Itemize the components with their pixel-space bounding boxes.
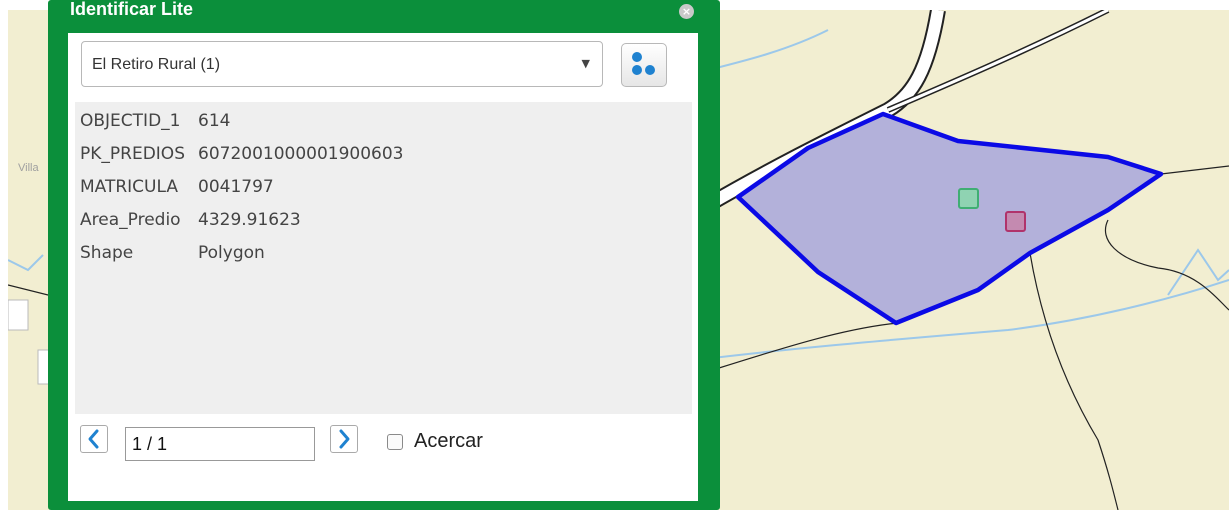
layer-switch-button[interactable] bbox=[621, 43, 667, 87]
marker-green bbox=[958, 188, 979, 209]
zoom-checkbox[interactable] bbox=[387, 434, 403, 450]
attribute-row: Shape Polygon bbox=[80, 242, 265, 264]
attribute-panel: OBJECTID_1 614 PK_PREDIOS 6072001000001900… bbox=[75, 102, 692, 414]
stream-line bbox=[8, 254, 44, 272]
page-input[interactable] bbox=[125, 427, 315, 461]
previous-button[interactable] bbox=[80, 425, 108, 453]
parcel-line bbox=[1029, 252, 1119, 510]
attribute-row: OBJECTID_1 614 bbox=[80, 110, 230, 132]
building bbox=[8, 299, 29, 331]
widget-body: El Retiro Rural (1) ▼ OBJECTID_1 614 PK_P… bbox=[68, 33, 698, 501]
chevron-right-icon bbox=[339, 429, 350, 449]
stream-line bbox=[707, 29, 829, 71]
attribute-value: 4329.91623 bbox=[198, 210, 301, 230]
attribute-key: Shape bbox=[80, 243, 134, 263]
attribute-row: MATRICULA 0041797 bbox=[80, 176, 274, 198]
attribute-key: Area_Predio bbox=[80, 210, 181, 230]
marker-red bbox=[1005, 211, 1026, 232]
parcel-line bbox=[1104, 219, 1229, 311]
attribute-value: 0041797 bbox=[198, 177, 274, 197]
attribute-value: 6072001000001900603 bbox=[198, 144, 404, 164]
map-place-label: Villa bbox=[18, 162, 39, 174]
attribute-row: Area_Predio 4329.91623 bbox=[80, 209, 301, 231]
widget-title: Identificar Lite bbox=[70, 0, 194, 19]
attribute-value: Polygon bbox=[198, 243, 265, 263]
identify-widget[interactable]: Identificar Lite × El Retiro Rural (1) ▼… bbox=[48, 0, 720, 510]
parcel-line bbox=[1160, 165, 1229, 175]
attribute-row: PK_PREDIOS 6072001000001900603 bbox=[80, 143, 404, 165]
layer-select[interactable]: El Retiro Rural (1) ▼ bbox=[81, 41, 603, 87]
next-button[interactable] bbox=[330, 425, 358, 453]
pager: Acercar bbox=[68, 425, 698, 465]
close-icon[interactable]: × bbox=[679, 4, 694, 19]
chevron-down-icon: ▼ bbox=[581, 57, 590, 70]
layer-select-value: El Retiro Rural (1) bbox=[92, 56, 221, 73]
attribute-key: MATRICULA bbox=[80, 177, 178, 197]
chevron-left-icon bbox=[88, 429, 99, 449]
zoom-checkbox-label[interactable]: Acercar bbox=[414, 428, 483, 454]
attribute-key: PK_PREDIOS bbox=[80, 144, 185, 164]
attribute-value: 614 bbox=[198, 111, 231, 131]
attribute-key: OBJECTID_1 bbox=[80, 111, 181, 131]
dots-cluster-icon bbox=[632, 52, 655, 75]
